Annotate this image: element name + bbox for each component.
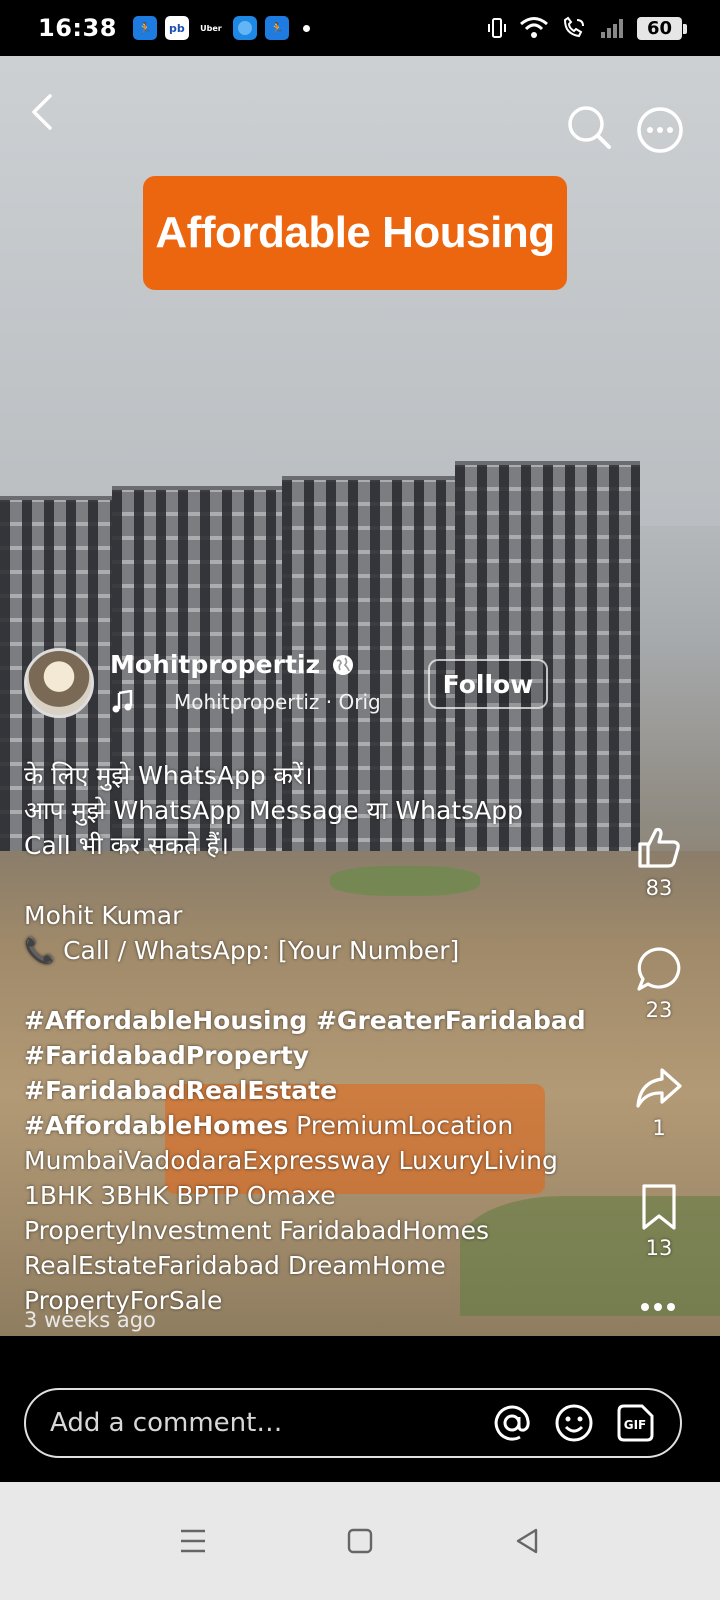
share-count: 1 [652, 1116, 666, 1140]
comment-box[interactable]: GIF [24, 1388, 682, 1458]
fitness-app-icon-2: 🏃 [264, 16, 289, 40]
hashtag-line[interactable]: #AffordableHousing #GreaterFaridabad [24, 1006, 586, 1035]
wifi-calling-icon [563, 16, 584, 38]
save-action[interactable]: 13 [626, 1182, 692, 1260]
share-action[interactable]: 1 [626, 1062, 692, 1140]
thumbs-up-icon[interactable] [634, 822, 684, 872]
affordable-housing-banner: Affordable Housing [143, 176, 567, 290]
emoji-icon[interactable] [554, 1403, 594, 1443]
fitness-app-icon: 🏃 [132, 16, 157, 40]
share-icon[interactable] [634, 1062, 684, 1112]
caption-line: के लिए मुझे WhatsApp करें। [24, 761, 313, 790]
save-count: 13 [645, 1236, 673, 1260]
author-name-text: Mohitpropertiz [110, 650, 321, 679]
pb-app-icon: pb [164, 16, 189, 40]
notification-dot-icon [302, 24, 310, 32]
comment-icon[interactable] [634, 944, 684, 994]
more-options-icon[interactable] [636, 106, 684, 154]
mention-icon[interactable] [492, 1403, 532, 1443]
status-bar: 16:38 🏃 pb Uber 🏃 60 [0, 0, 720, 56]
banner-text: Affordable Housing [155, 208, 555, 257]
more-dots-icon[interactable] [638, 1300, 678, 1314]
tag-line: PremiumLocation [288, 1111, 514, 1140]
home-icon[interactable] [345, 1526, 375, 1556]
recent-apps-icon[interactable] [178, 1526, 208, 1556]
caption[interactable]: के लिए मुझे WhatsApp करें। आप मुझे Whats… [24, 758, 614, 1318]
status-time: 16:38 [38, 14, 117, 42]
post-timestamp: 3 weeks ago [24, 1308, 156, 1332]
comment-count: 23 [645, 998, 673, 1022]
tag-line: MumbaiVadodaraExpressway LuxuryLiving [24, 1146, 558, 1175]
contact-name: Mohit Kumar [24, 901, 183, 930]
reel-video[interactable]: Affordable Housing Mohitpropertiz Mohitp… [0, 56, 720, 1336]
back-arrow-icon[interactable] [24, 92, 64, 132]
browser-app-icon [232, 16, 257, 40]
globe-icon [333, 654, 354, 675]
follow-button[interactable]: Follow [428, 659, 548, 709]
vibrate-icon [487, 18, 506, 38]
caption-line: Call भी कर सकते हैं। [24, 831, 230, 860]
music-note-icon [112, 690, 133, 713]
tag-line: PropertyInvestment FaridabadHomes [24, 1216, 490, 1245]
hashtag-line[interactable]: #FaridabadProperty #FaridabadRealEstate [24, 1041, 337, 1105]
author-name[interactable]: Mohitpropertiz [110, 650, 354, 679]
comment-input[interactable] [50, 1408, 470, 1438]
status-app-icons: 🏃 pb Uber 🏃 [132, 16, 310, 40]
status-right: 60 [487, 16, 688, 40]
audio-name: Mohitpropertiz · Orig [174, 690, 381, 714]
uber-app-icon: Uber [200, 23, 222, 33]
like-action[interactable]: 83 [626, 822, 692, 900]
system-nav-bar [0, 1482, 720, 1600]
video-sky [0, 56, 720, 526]
comment-action[interactable]: 23 [626, 944, 692, 1022]
tag-line: 1BHK 3BHK BPTP Omaxe [24, 1181, 336, 1210]
caption-line: आप मुझे WhatsApp Message या WhatsApp [24, 796, 523, 825]
search-icon[interactable] [566, 104, 612, 150]
wifi-icon [519, 17, 548, 38]
like-count: 83 [645, 876, 673, 900]
signal-icon [600, 19, 623, 38]
nav-back-icon[interactable] [512, 1526, 542, 1556]
tag-line: RealEstateFaridabad DreamHome [24, 1251, 446, 1280]
hashtag-line[interactable]: #AffordableHomes [24, 1111, 288, 1140]
gif-label: GIF [624, 1418, 647, 1432]
battery-icon: 60 [636, 16, 688, 40]
bookmark-icon[interactable] [634, 1182, 684, 1232]
avatar[interactable] [24, 648, 94, 718]
gif-icon[interactable]: GIF [616, 1403, 656, 1443]
audio-row[interactable]: Mohitpropertiz · Orig [110, 690, 400, 714]
contact-line: 📞 Call / WhatsApp: [Your Number] [24, 936, 460, 965]
